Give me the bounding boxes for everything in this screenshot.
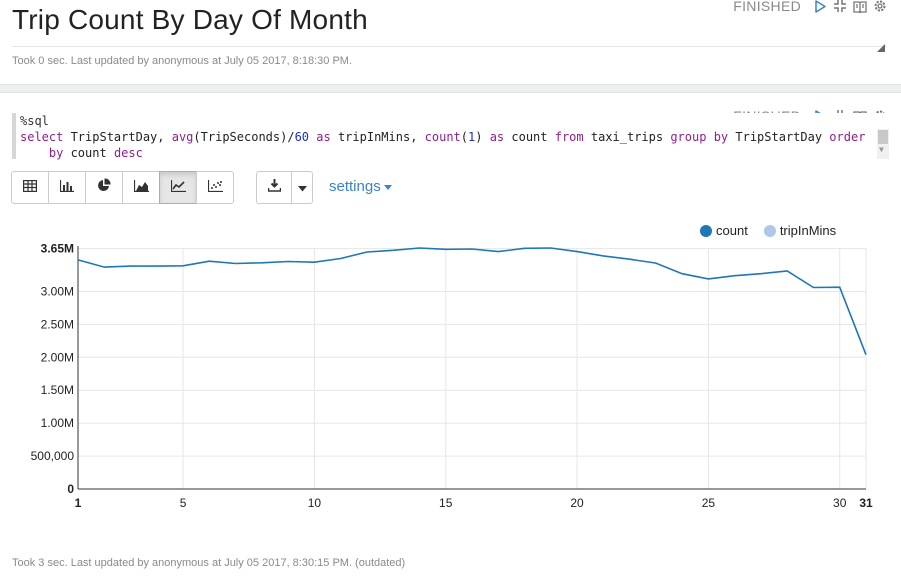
paragraph-separator bbox=[0, 84, 901, 93]
settings-toggle[interactable]: settings bbox=[329, 178, 392, 195]
code-token: by bbox=[48, 146, 64, 160]
gear-icon[interactable] bbox=[873, 0, 887, 13]
legend-dot-count bbox=[700, 224, 712, 237]
code-token: count bbox=[424, 130, 461, 144]
code-token: (TripSeconds)/ bbox=[193, 130, 295, 144]
x-tick-label: 31 bbox=[859, 496, 873, 510]
paragraph-footer: Took 3 sec. Last updated by anonymous at… bbox=[12, 557, 406, 569]
code-token: as bbox=[489, 130, 505, 144]
table-view-button[interactable] bbox=[11, 171, 49, 204]
code-line-1: select TripStartDay, avg(TripSeconds)/60… bbox=[20, 129, 889, 145]
code-token: TripStartDay, bbox=[63, 130, 172, 144]
code-token: TripStartDay bbox=[728, 130, 830, 144]
resize-handle[interactable] bbox=[877, 39, 885, 52]
code-token: select bbox=[20, 130, 64, 144]
area-chart-button[interactable] bbox=[122, 171, 160, 204]
series-line-count bbox=[77, 247, 867, 355]
code-token: tripInMins, bbox=[330, 130, 425, 144]
download-options-button[interactable] bbox=[291, 171, 313, 204]
pie-chart-button[interactable] bbox=[85, 171, 123, 204]
code-token: count bbox=[504, 130, 555, 144]
visualization-toolbar bbox=[11, 171, 234, 204]
code-token: 60 bbox=[294, 130, 310, 144]
download-group bbox=[256, 171, 313, 204]
code-token: by bbox=[713, 130, 729, 144]
editor-scrollbar[interactable]: ▼ bbox=[877, 129, 889, 159]
x-tick-label: 30 bbox=[833, 496, 847, 510]
status-label: FINISHED bbox=[733, 0, 801, 14]
paragraph-controls: FINISHED bbox=[733, 0, 887, 14]
paragraph-title: Trip Count By Day Of Month bbox=[12, 4, 368, 35]
settings-label: settings bbox=[329, 178, 381, 195]
code-token: avg bbox=[171, 130, 194, 144]
code-token: as bbox=[316, 130, 331, 144]
code-token: taxi_trips bbox=[583, 130, 671, 144]
code-token: from bbox=[554, 130, 584, 144]
code-line-directive: %sql bbox=[20, 114, 49, 128]
y-tick-label: 500,000 bbox=[31, 449, 75, 463]
line-chart-button[interactable] bbox=[159, 171, 197, 204]
expand-icon[interactable] bbox=[833, 0, 847, 13]
x-tick-label: 10 bbox=[308, 496, 322, 510]
run-icon[interactable] bbox=[813, 0, 827, 13]
code-token: count bbox=[63, 146, 114, 160]
table-icon bbox=[23, 179, 38, 197]
scatter-chart-button[interactable] bbox=[196, 171, 234, 204]
caret-down-icon bbox=[297, 179, 307, 197]
book-icon[interactable] bbox=[853, 0, 867, 13]
scatter-chart-icon bbox=[207, 179, 223, 197]
download-button[interactable] bbox=[256, 171, 292, 204]
title-divider bbox=[12, 46, 887, 47]
y-tick-label: 3.65M bbox=[41, 242, 74, 256]
legend-dot-tripinmins bbox=[763, 224, 776, 237]
x-tick-label: 20 bbox=[570, 496, 584, 510]
y-tick-label: 2.00M bbox=[41, 350, 74, 364]
bar-chart-icon bbox=[59, 179, 74, 197]
x-tick-label: 15 bbox=[439, 496, 453, 510]
x-tick-label: 5 bbox=[180, 496, 187, 510]
y-tick-label: 2.50M bbox=[41, 317, 74, 331]
x-tick-label: 1 bbox=[75, 496, 82, 510]
code-editor[interactable]: %sql select TripStartDay, avg(TripSecond… bbox=[12, 113, 889, 161]
y-tick-label: 3.00M bbox=[41, 284, 74, 298]
line-chart-icon bbox=[170, 179, 186, 197]
code-token: order bbox=[829, 130, 866, 144]
code-token: desc bbox=[113, 146, 143, 160]
y-tick-label: 1.00M bbox=[41, 416, 74, 430]
code-line-2: by count desc bbox=[20, 145, 889, 161]
y-tick-label: 0 bbox=[67, 482, 74, 496]
y-tick-label: 1.50M bbox=[41, 383, 74, 397]
code-token: ( bbox=[460, 130, 468, 144]
scroll-down-icon[interactable]: ▼ bbox=[879, 142, 884, 158]
pie-chart-icon bbox=[97, 178, 111, 197]
x-tick-label: 25 bbox=[702, 496, 716, 510]
area-chart-icon bbox=[133, 179, 149, 197]
code-token: group bbox=[670, 130, 707, 144]
download-icon bbox=[267, 178, 281, 197]
paragraph-footer: Took 0 sec. Last updated by anonymous at… bbox=[12, 55, 352, 67]
line-chart: 0500,0001.00M1.50M2.00M2.50M3.00M3.65M1 5… bbox=[31, 242, 873, 510]
bar-chart-button[interactable] bbox=[48, 171, 86, 204]
code-token: ) bbox=[475, 130, 490, 144]
caret-down-icon bbox=[383, 184, 392, 190]
